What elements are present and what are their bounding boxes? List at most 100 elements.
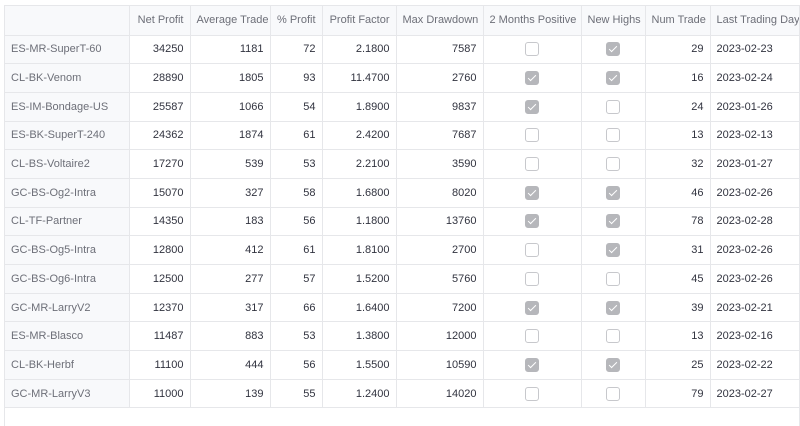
net-profit-cell[interactable]: 17270: [129, 149, 191, 179]
average-trade-cell[interactable]: 883: [190, 321, 271, 352]
net-profit-cell[interactable]: 34250: [129, 35, 191, 65]
num-trade-cell[interactable]: 13: [645, 321, 711, 352]
checkbox[interactable]: [606, 329, 620, 344]
num-trade-cell[interactable]: 13: [645, 121, 711, 151]
table-row[interactable]: GC-MR-LarryV3 11000 139 55 1.2400 14020 79 2023…: [5, 379, 799, 409]
table-row[interactable]: CL-BK-Venom 28890 1805 93 11.4700 2760 16 2023-…: [5, 63, 799, 93]
table-row[interactable]: ES-MR-SuperT-60 34250 1181 72 2.1800 7587 29 20…: [5, 35, 799, 65]
checkbox[interactable]: [606, 300, 620, 315]
percent-profit-cell[interactable]: 66: [270, 293, 323, 323]
net-profit-cell[interactable]: 24362: [129, 121, 191, 151]
column-header-max-drawdown[interactable]: Max Drawdown: [396, 6, 484, 36]
last-trading-day-cell[interactable]: 2023-02-21: [710, 293, 799, 323]
profit-factor-cell[interactable]: 2.4200: [322, 121, 397, 151]
num-trade-cell[interactable]: 79: [645, 379, 711, 409]
checkbox[interactable]: [525, 42, 539, 57]
row-name-cell[interactable]: ES-IM-Bondage-US: [5, 92, 130, 122]
average-trade-cell[interactable]: 183: [190, 207, 271, 237]
checkbox[interactable]: [606, 386, 620, 401]
row-name-cell[interactable]: CL-BK-Venom: [5, 63, 130, 93]
max-drawdown-cell[interactable]: 7587: [396, 35, 484, 65]
table-row[interactable]: ES-IM-Bondage-US 25587 1066 54 1.8900 9837 24 2…: [5, 92, 799, 122]
net-profit-cell[interactable]: 11100: [129, 350, 191, 380]
row-name-cell[interactable]: CL-BS-Voltaire2: [5, 149, 130, 179]
checkbox[interactable]: [525, 243, 539, 258]
checkbox[interactable]: [525, 300, 539, 315]
percent-profit-cell[interactable]: 55: [270, 379, 323, 409]
max-drawdown-cell[interactable]: 8020: [396, 178, 484, 208]
checkbox[interactable]: [606, 99, 620, 114]
average-trade-cell[interactable]: 1874: [190, 121, 271, 151]
average-trade-cell[interactable]: 444: [190, 350, 271, 380]
last-trading-day-cell[interactable]: 2023-02-16: [710, 321, 799, 352]
profit-factor-cell[interactable]: 1.6400: [322, 293, 397, 323]
table-row[interactable]: CL-BK-Herbf 11100 444 56 1.5500 10590 25 2023-0…: [5, 350, 799, 380]
profit-factor-cell[interactable]: 1.1800: [322, 207, 397, 237]
percent-profit-cell[interactable]: 53: [270, 321, 323, 352]
last-trading-day-cell[interactable]: 2023-02-22: [710, 350, 799, 380]
row-name-cell[interactable]: GC-BS-Og2-Intra: [5, 178, 130, 208]
num-trade-cell[interactable]: 32: [645, 149, 711, 179]
row-name-cell[interactable]: GC-BS-Og5-Intra: [5, 235, 130, 265]
last-trading-day-cell[interactable]: 2023-01-27: [710, 149, 799, 179]
percent-profit-cell[interactable]: 93: [270, 63, 323, 93]
table-row[interactable]: ES-BK-SuperT-240 24362 1874 61 2.4200 7687 13 2…: [5, 121, 799, 151]
max-drawdown-cell[interactable]: 2700: [396, 235, 484, 265]
checkbox[interactable]: [525, 386, 539, 401]
last-trading-day-cell[interactable]: 2023-02-27: [710, 379, 799, 409]
percent-profit-cell[interactable]: 61: [270, 121, 323, 151]
checkbox[interactable]: [525, 271, 539, 286]
profit-factor-cell[interactable]: 1.3800: [322, 321, 397, 352]
num-trade-cell[interactable]: 29: [645, 35, 711, 65]
last-trading-day-cell[interactable]: 2023-01-26: [710, 92, 799, 122]
checkbox[interactable]: [525, 99, 539, 114]
checkbox[interactable]: [525, 214, 539, 229]
row-name-cell[interactable]: ES-MR-SuperT-60: [5, 35, 130, 65]
average-trade-cell[interactable]: 327: [190, 178, 271, 208]
net-profit-cell[interactable]: 28890: [129, 63, 191, 93]
profit-factor-cell[interactable]: 1.6800: [322, 178, 397, 208]
data-grid[interactable]: Net Profit Average Trade % Profit Profit…: [4, 5, 800, 426]
checkbox[interactable]: [606, 214, 620, 229]
max-drawdown-cell[interactable]: 5760: [396, 264, 484, 294]
max-drawdown-cell[interactable]: 2760: [396, 63, 484, 93]
max-drawdown-cell[interactable]: 12000: [396, 321, 484, 352]
profit-factor-cell[interactable]: 11.4700: [322, 63, 397, 93]
average-trade-cell[interactable]: 539: [190, 149, 271, 179]
checkbox[interactable]: [525, 357, 539, 372]
checkbox[interactable]: [606, 42, 620, 57]
last-trading-day-cell[interactable]: 2023-02-26: [710, 178, 799, 208]
percent-profit-cell[interactable]: 56: [270, 350, 323, 380]
checkbox[interactable]: [606, 271, 620, 286]
checkbox[interactable]: [606, 71, 620, 86]
net-profit-cell[interactable]: 12500: [129, 264, 191, 294]
checkbox[interactable]: [606, 357, 620, 372]
profit-factor-cell[interactable]: 1.8900: [322, 92, 397, 122]
last-trading-day-cell[interactable]: 2023-02-24: [710, 63, 799, 93]
row-name-cell[interactable]: CL-BK-Herbf: [5, 350, 130, 380]
table-row[interactable]: ES-MR-Blasco 11487 883 53 1.3800 12000 13 2023-…: [5, 321, 799, 352]
column-header-new-highs[interactable]: New Highs: [581, 6, 646, 36]
profit-factor-cell[interactable]: 1.5500: [322, 350, 397, 380]
num-trade-cell[interactable]: 16: [645, 63, 711, 93]
checkbox[interactable]: [606, 185, 620, 200]
table-row[interactable]: CL-BS-Voltaire2 17270 539 53 2.2100 3590 32 202…: [5, 149, 799, 179]
checkbox[interactable]: [606, 157, 620, 172]
net-profit-cell[interactable]: 12370: [129, 293, 191, 323]
percent-profit-cell[interactable]: 58: [270, 178, 323, 208]
checkbox[interactable]: [525, 329, 539, 344]
average-trade-cell[interactable]: 277: [190, 264, 271, 294]
column-header-percent-profit[interactable]: % Profit: [270, 6, 323, 36]
profit-factor-cell[interactable]: 2.2100: [322, 149, 397, 179]
percent-profit-cell[interactable]: 54: [270, 92, 323, 122]
net-profit-cell[interactable]: 12800: [129, 235, 191, 265]
net-profit-cell[interactable]: 11487: [129, 321, 191, 352]
row-name-cell[interactable]: GC-MR-LarryV2: [5, 293, 130, 323]
checkbox[interactable]: [525, 128, 539, 143]
row-name-cell[interactable]: ES-BK-SuperT-240: [5, 121, 130, 151]
net-profit-cell[interactable]: 25587: [129, 92, 191, 122]
net-profit-cell[interactable]: 11000: [129, 379, 191, 409]
checkbox[interactable]: [525, 157, 539, 172]
last-trading-day-cell[interactable]: 2023-02-28: [710, 207, 799, 237]
last-trading-day-cell[interactable]: 2023-02-26: [710, 235, 799, 265]
